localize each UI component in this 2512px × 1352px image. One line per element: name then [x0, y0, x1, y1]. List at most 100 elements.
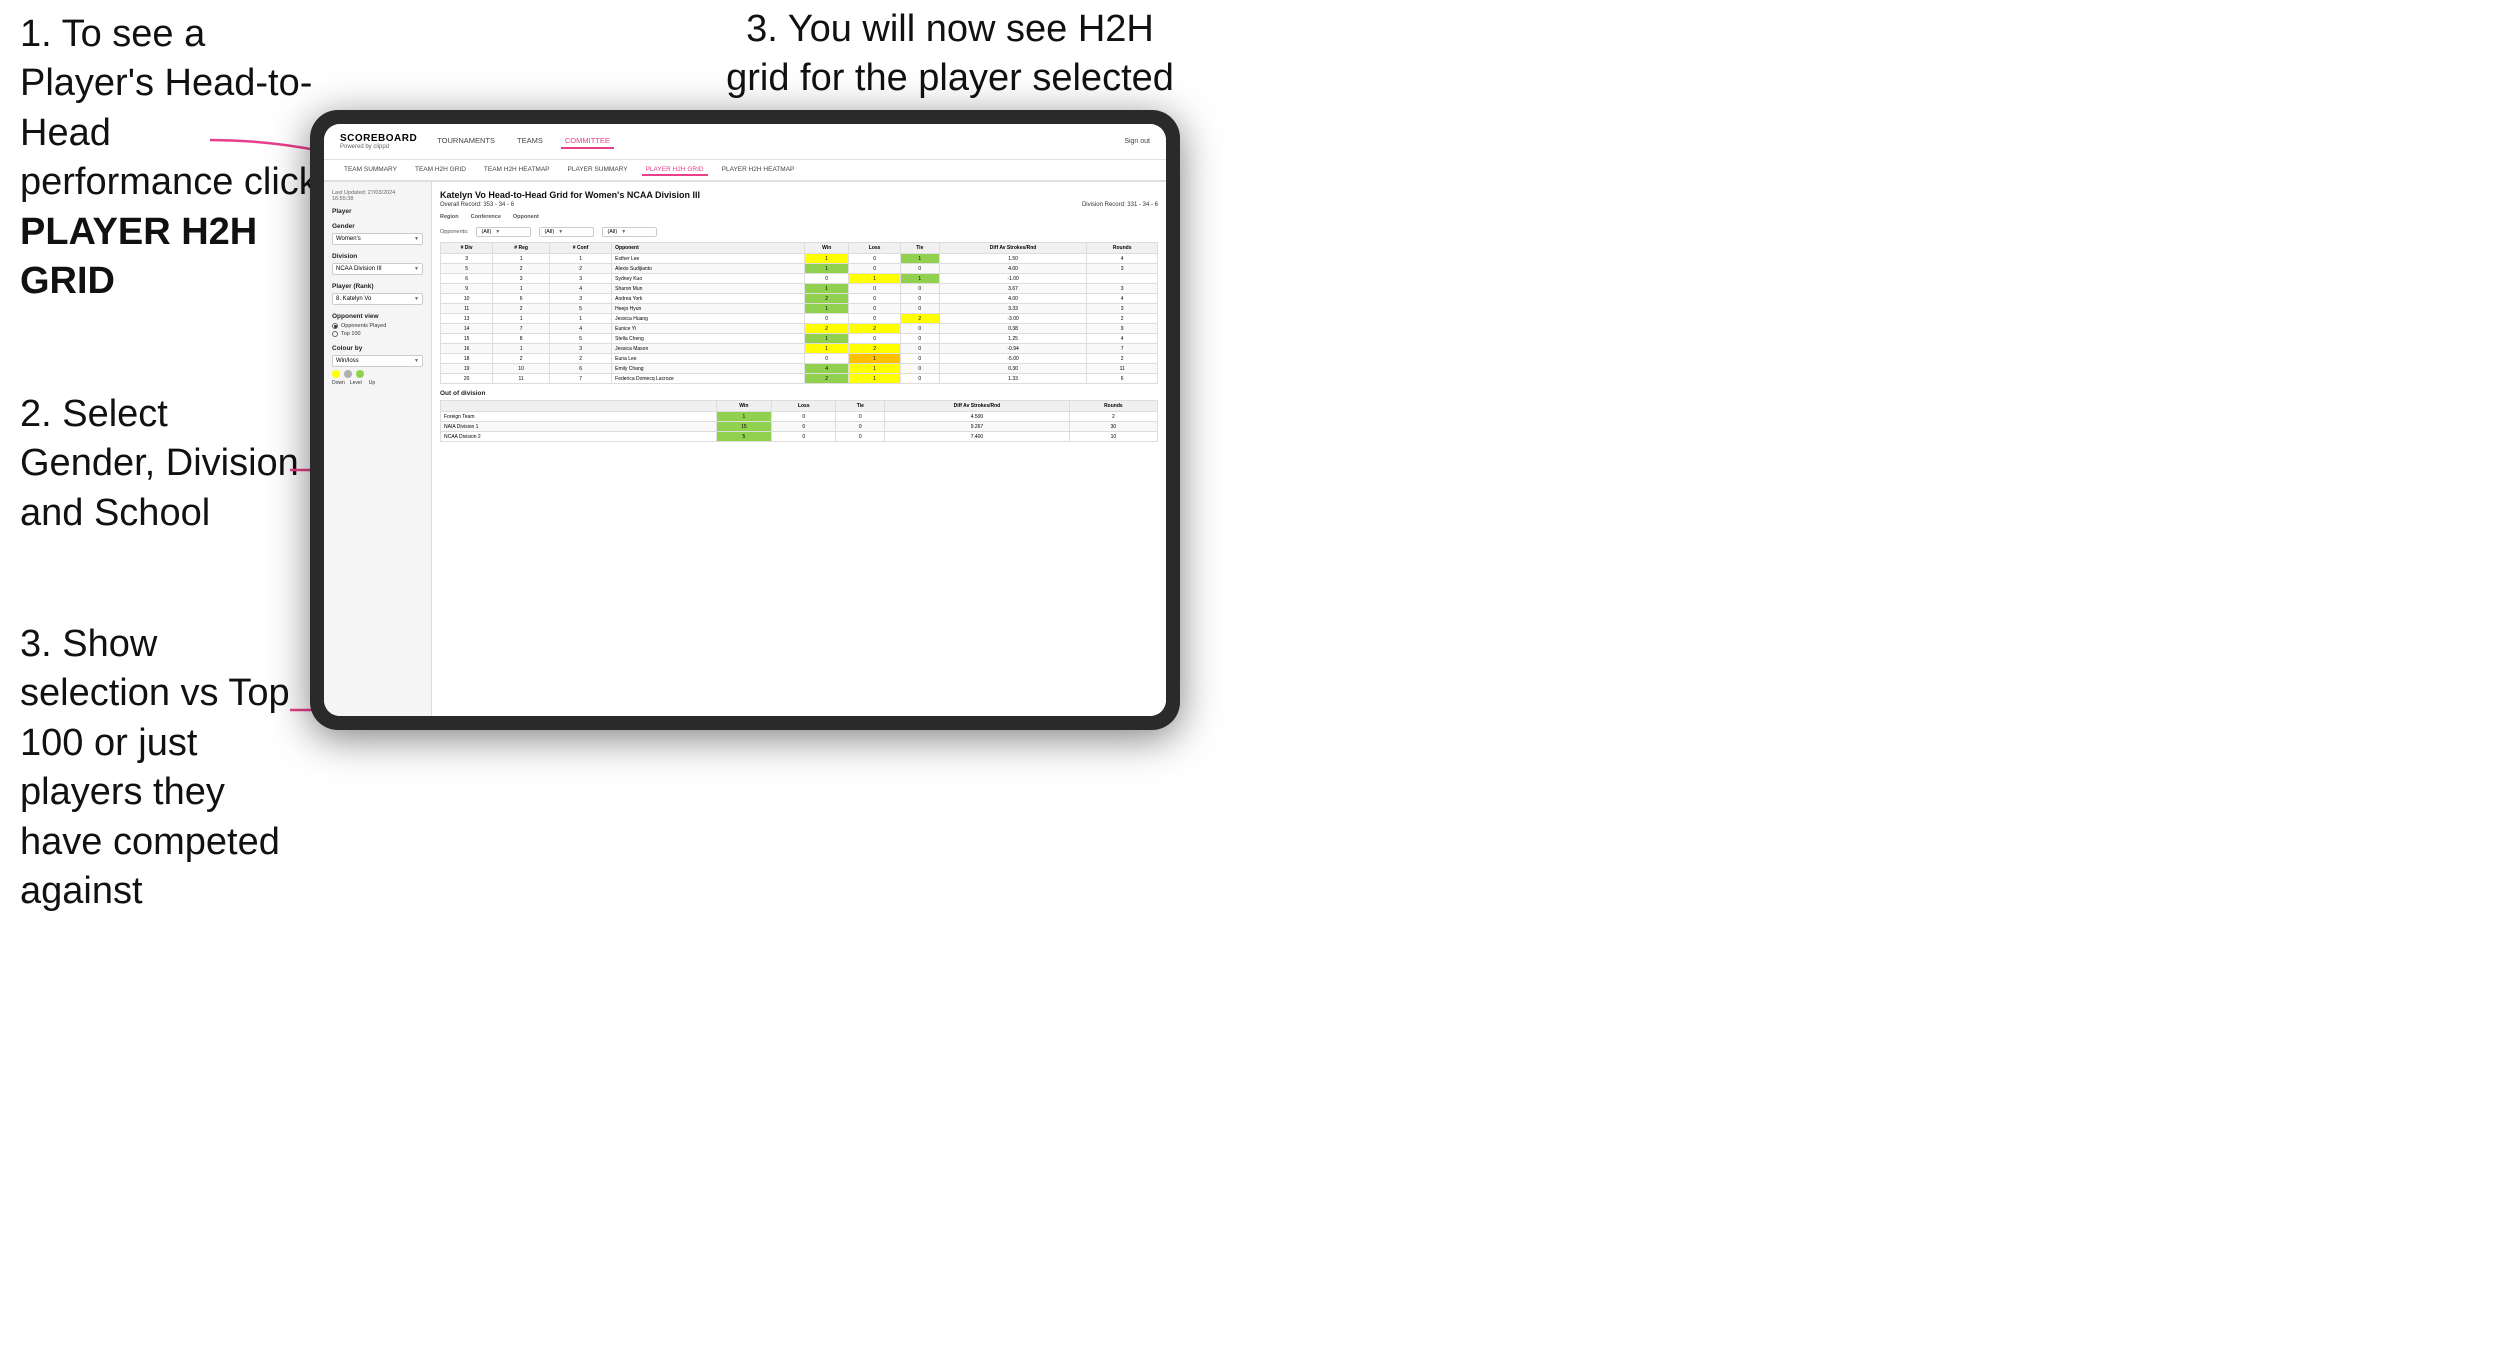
- filter-selects-row: Opponents: (All)▼ (All)▼ (All)▼: [440, 227, 1158, 237]
- colour-by-section: Colour by Win/loss ▼ Down Level Up: [332, 345, 423, 386]
- out-cell-tie: 0: [836, 432, 885, 442]
- conference-label: Conference: [471, 214, 501, 220]
- cell-loss: 0: [849, 334, 900, 344]
- overall-record: Overall Record: 353 - 34 - 6: [440, 202, 514, 208]
- cell-reg: 7: [493, 324, 550, 334]
- cell-conf: 5: [550, 334, 612, 344]
- out-cell-rounds: 30: [1069, 422, 1157, 432]
- table-row: 10 6 3 Andrea York 2 0 0 4.00 4: [441, 294, 1158, 304]
- out-cell-rounds: 10: [1069, 432, 1157, 442]
- cell-reg: 6: [493, 294, 550, 304]
- out-cell-tie: 0: [836, 412, 885, 422]
- cell-reg: 8: [493, 334, 550, 344]
- subnav-player-summary[interactable]: PLAYER SUMMARY: [564, 164, 632, 176]
- conference-select[interactable]: (All)▼: [539, 227, 594, 237]
- cell-win: 1: [804, 264, 848, 274]
- radio-opponents-played[interactable]: Opponents Played: [332, 323, 423, 329]
- division-dropdown-icon: ▼: [414, 266, 419, 272]
- cell-div: 6: [441, 274, 493, 284]
- col-conf: # Conf: [550, 243, 612, 254]
- cell-diff: 1.33: [939, 374, 1087, 384]
- gender-select[interactable]: Women's ▼: [332, 233, 423, 245]
- cell-reg: 1: [493, 254, 550, 264]
- cell-conf: 2: [550, 264, 612, 274]
- cell-tie: 0: [900, 374, 939, 384]
- table-row: 14 7 4 Eunice Yi 2 2 0 0.38 9: [441, 324, 1158, 334]
- out-cell-win: 15: [716, 422, 772, 432]
- cell-opponent: Jessica Mason: [612, 344, 805, 354]
- colour-dot-down: [332, 370, 340, 378]
- cell-opponent: Emily Chang: [612, 364, 805, 374]
- cell-rounds: 3: [1087, 284, 1158, 294]
- cell-diff: 1.50: [939, 254, 1087, 264]
- cell-div: 18: [441, 354, 493, 364]
- sign-out-link[interactable]: Sign out: [1124, 138, 1150, 145]
- cell-conf: 5: [550, 304, 612, 314]
- cell-diff: 4.00: [939, 294, 1087, 304]
- division-section: Division NCAA Division III ▼: [332, 253, 423, 275]
- cell-opponent: Federica Domecq Lacroze: [612, 374, 805, 384]
- col-rounds: Rounds: [1087, 243, 1158, 254]
- colour-by-select[interactable]: Win/loss ▼: [332, 355, 423, 367]
- cell-win: 0: [804, 354, 848, 364]
- radio-dot-top100: [332, 331, 338, 337]
- cell-diff: -0.94: [939, 344, 1087, 354]
- out-table-row: Foreign Team 1 0 0 4.500 2: [441, 412, 1158, 422]
- opponent-select[interactable]: (All)▼: [602, 227, 657, 237]
- cell-tie: 0: [900, 264, 939, 274]
- cell-reg: 1: [493, 344, 550, 354]
- cell-div: 19: [441, 364, 493, 374]
- nav-committee[interactable]: COMMITTEE: [561, 134, 614, 149]
- cell-loss: 0: [849, 294, 900, 304]
- cell-diff: 0.38: [939, 324, 1087, 334]
- out-cell-loss: 0: [772, 422, 836, 432]
- cell-reg: 1: [493, 284, 550, 294]
- table-row: 9 1 4 Sharon Mun 1 0 0 3.67 3: [441, 284, 1158, 294]
- subnav-team-h2h-grid[interactable]: TEAM H2H GRID: [411, 164, 470, 176]
- out-cell-loss: 0: [772, 412, 836, 422]
- main-data-table: # Div # Reg # Conf Opponent Win Loss Tie…: [440, 242, 1158, 384]
- player-rank-dropdown-icon: ▼: [414, 296, 419, 302]
- out-cell-team: NCAA Division 2: [441, 432, 717, 442]
- subnav-team-h2h-heatmap[interactable]: TEAM H2H HEATMAP: [480, 164, 554, 176]
- colour-legend-labels: Down Level Up: [332, 380, 423, 386]
- cell-loss: 0: [849, 254, 900, 264]
- out-of-division-header: Out of division: [440, 390, 1158, 397]
- colour-label-up: Up: [369, 380, 375, 386]
- step3-left-text: 3. Show selection vs Top 100 or just pla…: [20, 623, 290, 912]
- cell-opponent: Andrea York: [612, 294, 805, 304]
- cell-loss: 0: [849, 284, 900, 294]
- nav-tournaments[interactable]: TOURNAMENTS: [433, 134, 499, 149]
- cell-loss: 2: [849, 324, 900, 334]
- table-row: 18 2 2 Euna Lee 0 1 0 -5.00 2: [441, 354, 1158, 364]
- out-cell-loss: 0: [772, 432, 836, 442]
- nav-links: TOURNAMENTS TEAMS COMMITTEE: [433, 134, 1108, 149]
- brand-name: SCOREBOARD: [340, 134, 417, 144]
- subnav-player-h2h-grid[interactable]: PLAYER H2H GRID: [642, 164, 708, 176]
- out-cell-tie: 0: [836, 422, 885, 432]
- cell-opponent: Heejo Hyun: [612, 304, 805, 314]
- cell-tie: 0: [900, 294, 939, 304]
- table-row: 13 1 1 Jessica Huang 0 0 2 -3.00 2: [441, 314, 1158, 324]
- player-rank-select[interactable]: 8. Katelyn Vo ▼: [332, 293, 423, 305]
- radio-top100[interactable]: Top 100: [332, 331, 423, 337]
- colour-by-dropdown-icon: ▼: [414, 358, 419, 364]
- division-select[interactable]: NCAA Division III ▼: [332, 263, 423, 275]
- cell-tie: 0: [900, 334, 939, 344]
- subnav: TEAM SUMMARY TEAM H2H GRID TEAM H2H HEAT…: [324, 160, 1166, 182]
- navbar: SCOREBOARD Powered by clippd TOURNAMENTS…: [324, 124, 1166, 160]
- cell-conf: 4: [550, 284, 612, 294]
- cell-opponent: Alexis Sudijianto: [612, 264, 805, 274]
- subnav-player-h2h-heatmap[interactable]: PLAYER H2H HEATMAP: [718, 164, 799, 176]
- nav-teams[interactable]: TEAMS: [513, 134, 547, 149]
- col-win: Win: [804, 243, 848, 254]
- cell-reg: 2: [493, 354, 550, 364]
- region-select[interactable]: (All)▼: [476, 227, 531, 237]
- cell-opponent: Jessica Huang: [612, 314, 805, 324]
- out-of-division-table: Win Loss Tie Diff Av Strokes/Rnd Rounds …: [440, 400, 1158, 442]
- grid-subtitle: Overall Record: 353 - 34 - 6 Division Re…: [440, 202, 1158, 208]
- colour-dot-level: [344, 370, 352, 378]
- out-col-team: [441, 401, 717, 412]
- out-cell-diff: 4.500: [885, 412, 1070, 422]
- subnav-team-summary[interactable]: TEAM SUMMARY: [340, 164, 401, 176]
